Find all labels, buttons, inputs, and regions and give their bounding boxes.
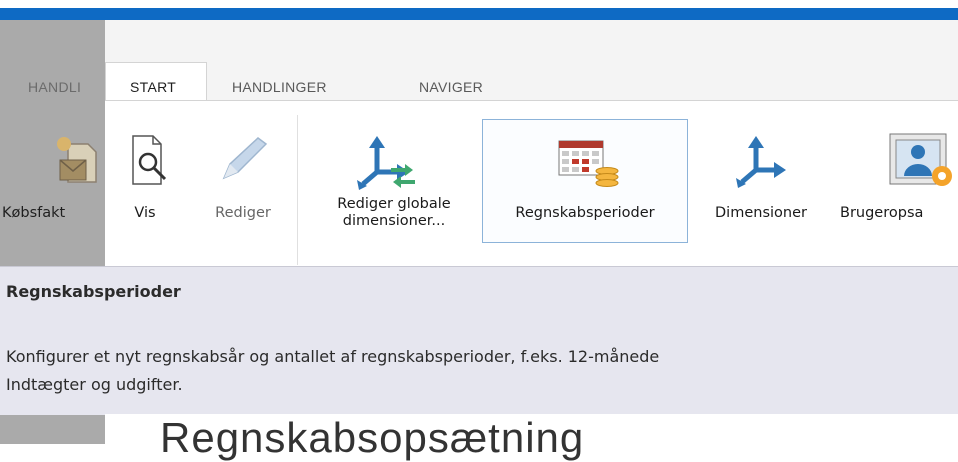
view-label: Vis: [134, 205, 156, 221]
global-dimensions-icon: [357, 136, 415, 190]
accent-bar: [0, 8, 958, 20]
tooltip-title: Regnskabsperioder: [6, 282, 181, 301]
dimensions-icon: [736, 136, 786, 188]
user-setup-label: Brugeropsa: [840, 205, 924, 221]
page-title: Regnskabsopsætning: [160, 414, 585, 461]
dimensions-button[interactable]: [732, 130, 802, 194]
tab-start-label: START: [130, 79, 177, 95]
view-button[interactable]: [125, 130, 175, 194]
ribbon-group-divider: [297, 115, 298, 265]
accounting-periods-label: Regnskabsperioder: [515, 205, 655, 221]
edit-label: Rediger: [215, 205, 271, 221]
user-setup-button[interactable]: [880, 128, 958, 192]
tab-handlinger-cut[interactable]: HANDLI: [28, 74, 81, 100]
edit-button[interactable]: [210, 130, 280, 194]
tooltip-description: Konfigurer et nyt regnskabsår og antalle…: [6, 343, 958, 399]
tab-handlinger[interactable]: HANDLINGER: [232, 74, 327, 100]
edit-global-dimensions-label-2: dimensioner...: [342, 213, 446, 229]
calendar-coins-icon-wrap: [555, 135, 625, 195]
pencil-icon: [222, 137, 268, 180]
edit-global-dimensions-label-1: Rediger globale: [337, 196, 451, 212]
dimensions-label: Dimensioner: [715, 205, 807, 221]
edit-global-dimensions-button[interactable]: [355, 130, 435, 194]
tooltip-description-line-2: Indtægter og udgifter.: [6, 375, 183, 394]
calendar-coins-icon: [558, 140, 619, 187]
view-document-icon: [132, 135, 167, 185]
tooltip-description-line-1: Konfigurer et nyt regnskabsår og antalle…: [6, 347, 660, 366]
tab-naviger[interactable]: NAVIGER: [419, 74, 483, 100]
purchase-invoice-label: Købsfakt: [2, 205, 66, 221]
purchase-invoice-button[interactable]: [48, 130, 104, 190]
purchase-invoice-icon: [57, 137, 97, 183]
user-setup-icon: [889, 133, 952, 186]
